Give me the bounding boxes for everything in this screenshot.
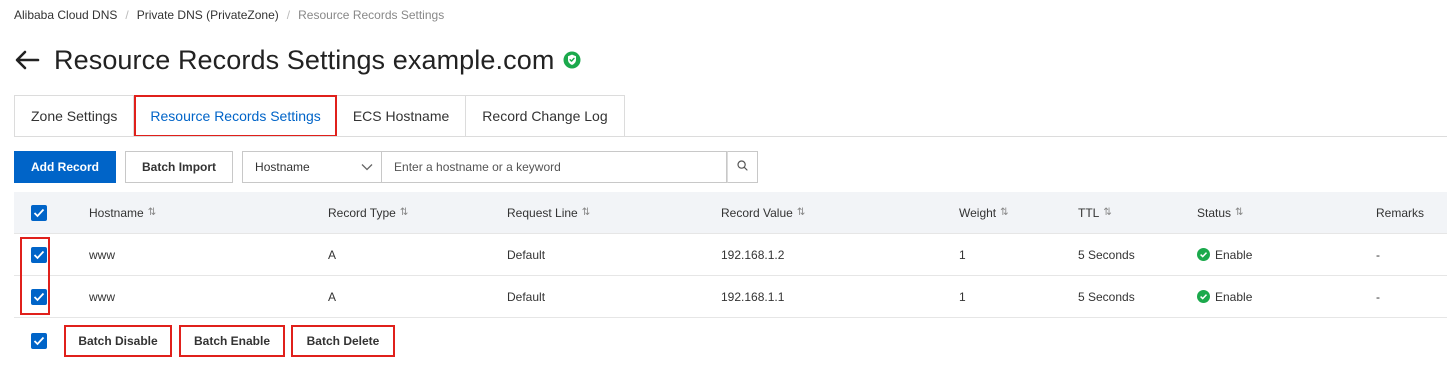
column-header-record-type[interactable]: Record Type ⇅ [328, 192, 408, 233]
sort-icon[interactable]: ⇅ [400, 207, 408, 218]
table-row: www A Default 192.168.1.1 1 5 Seconds En… [14, 276, 1447, 318]
table-row: www A Default 192.168.1.2 1 5 Seconds En… [14, 234, 1447, 276]
cell-ttl: 5 Seconds [1078, 247, 1135, 262]
tab-ecs-hostname[interactable]: ECS Hostname [336, 95, 467, 137]
check-circle-icon [1197, 248, 1210, 261]
verified-shield-icon [563, 51, 581, 69]
highlight-box [20, 237, 50, 315]
cell-remarks: - [1376, 247, 1380, 262]
tab-bar: Zone Settings Resource Records Settings … [14, 95, 625, 137]
status-text: Enable [1215, 289, 1253, 304]
tab-resource-records-settings[interactable]: Resource Records Settings [134, 95, 337, 137]
cell-record-type: A [328, 247, 337, 262]
cell-request-line: Default [507, 289, 546, 304]
column-header-record-value[interactable]: Record Value ⇅ [721, 192, 805, 233]
toolbar: Add Record Batch Import Hostname Enter a… [14, 151, 759, 183]
search-field-select-value: Hostname [255, 160, 310, 174]
breadcrumb: Alibaba Cloud DNS / Private DNS (PrivateZo… [14, 8, 444, 22]
batch-import-button[interactable]: Batch Import [125, 151, 234, 183]
column-header-remarks: Remarks [1376, 205, 1425, 220]
page-title: Resource Records Settings example.com [54, 44, 555, 75]
column-header-status[interactable]: Status ⇅ [1197, 192, 1243, 233]
cell-weight: 1 [959, 289, 966, 304]
search-input[interactable]: Enter a hostname or a keyword [382, 151, 728, 183]
tab-record-change-log[interactable]: Record Change Log [466, 95, 625, 137]
check-circle-icon [1197, 290, 1210, 303]
chevron-down-icon [361, 160, 373, 174]
breadcrumb-separator: / [125, 8, 129, 22]
add-record-button[interactable]: Add Record [14, 151, 117, 183]
sort-icon[interactable]: ⇅ [1000, 207, 1008, 218]
cell-record-value: 192.168.1.2 [721, 247, 785, 262]
cell-record-type: A [328, 289, 337, 304]
search-icon [737, 158, 748, 176]
check-icon [31, 204, 47, 221]
page-header: Resource Records Settings example.com [14, 42, 581, 78]
footer-select-all-checkbox[interactable] [31, 333, 47, 349]
search-field-select[interactable]: Hostname [242, 151, 383, 183]
sort-icon[interactable]: ⇅ [1103, 207, 1111, 218]
sort-icon[interactable]: ⇅ [797, 207, 805, 218]
column-header-ttl[interactable]: TTL ⇅ [1078, 192, 1112, 233]
search-input-placeholder: Enter a hostname or a keyword [394, 160, 561, 174]
column-header-weight[interactable]: Weight ⇅ [959, 192, 1009, 233]
cell-status: Enable [1197, 234, 1252, 275]
cell-record-value: 192.168.1.1 [721, 289, 785, 304]
breadcrumb-item-privatezone[interactable]: Private DNS (PrivateZone) [137, 8, 279, 22]
cell-ttl: 5 Seconds [1078, 289, 1135, 304]
cell-status: Enable [1197, 276, 1252, 317]
breadcrumb-item-dns[interactable]: Alibaba Cloud DNS [14, 8, 117, 22]
arrow-left-icon[interactable] [14, 47, 40, 73]
batch-delete-button[interactable]: Batch Delete [291, 325, 395, 357]
cell-remarks: - [1376, 289, 1380, 304]
sort-icon[interactable]: ⇅ [582, 207, 590, 218]
sort-icon[interactable]: ⇅ [1235, 207, 1243, 218]
search-button[interactable] [727, 151, 759, 183]
cell-weight: 1 [959, 247, 966, 262]
batch-enable-button[interactable]: Batch Enable [179, 325, 285, 357]
status-text: Enable [1215, 247, 1253, 262]
cell-hostname: www [89, 289, 115, 304]
records-table: Hostname ⇅ Record Type ⇅ Request Line ⇅ Rec… [14, 192, 1447, 318]
batch-disable-button[interactable]: Batch Disable [64, 325, 172, 357]
tab-zone-settings[interactable]: Zone Settings [14, 95, 135, 137]
breadcrumb-item-current: Resource Records Settings [298, 8, 445, 22]
table-header-row: Hostname ⇅ Record Type ⇅ Request Line ⇅ Rec… [14, 192, 1447, 234]
tab-divider [14, 136, 1447, 137]
column-header-request-line[interactable]: Request Line ⇅ [507, 192, 590, 233]
breadcrumb-separator: / [286, 8, 291, 22]
cell-hostname: www [89, 247, 115, 262]
check-icon [31, 333, 47, 349]
sort-icon[interactable]: ⇅ [148, 207, 156, 218]
cell-request-line: Default [507, 247, 546, 262]
column-header-hostname[interactable]: Hostname ⇅ [89, 192, 156, 233]
select-all-checkbox[interactable] [31, 192, 47, 233]
